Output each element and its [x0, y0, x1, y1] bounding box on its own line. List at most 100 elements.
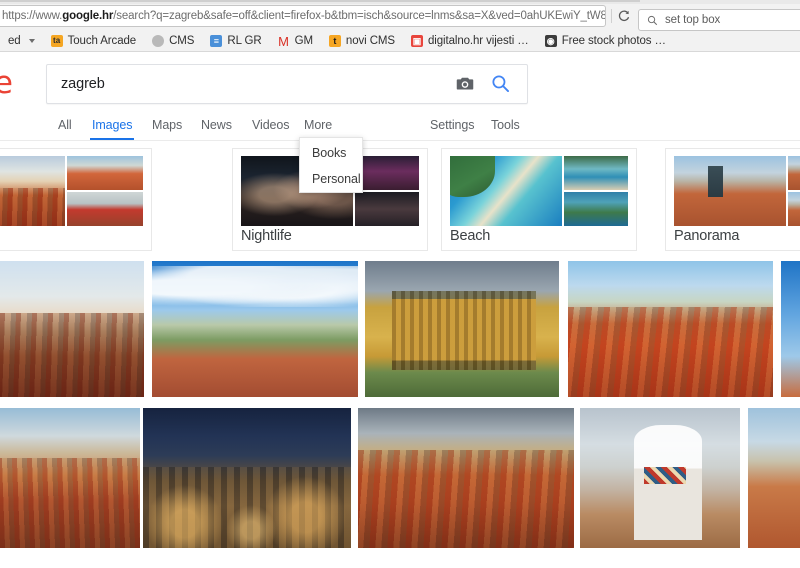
address-bar[interactable]: https://www.google.hr/search?q=zagreb&sa… [0, 5, 606, 27]
url-bar-row: https://www.google.hr/search?q=zagreb&sa… [0, 4, 800, 28]
image-result-cathedral-aerial[interactable] [568, 261, 773, 397]
bookmark-item[interactable]: ≡RL GR [202, 32, 269, 50]
bookmark-item[interactable]: ed [0, 32, 43, 50]
thumbnail-image [355, 156, 419, 190]
thumbnail-image [67, 156, 143, 190]
search-nav-tabs: AllImagesMapsNewsVideosMoreSettingsTools [0, 114, 800, 141]
gmail-favicon: M [278, 35, 290, 47]
nav-tools-button[interactable]: Tools [491, 114, 520, 141]
image-result-old-town-sunset[interactable] [358, 408, 574, 548]
bookmark-item[interactable]: ▣ digitalno.hr vijesti … [403, 32, 537, 50]
result-image [0, 261, 144, 397]
card-main-thumbnail [0, 156, 65, 226]
image-result-rooftops-edge[interactable] [748, 408, 800, 548]
thumbnail-image [355, 192, 419, 226]
tab-images[interactable]: Images [92, 114, 132, 141]
result-image [568, 261, 773, 397]
more-menu-item-books[interactable]: Books [300, 140, 362, 166]
card-thumbnail-group [450, 156, 628, 226]
card-main-thumbnail [674, 156, 786, 226]
address-bar-divider [611, 9, 612, 23]
image-result-aerial-rooftops[interactable] [0, 261, 144, 397]
bookmark-item[interactable]: MGM [270, 32, 321, 50]
card-side-thumbnail [788, 192, 800, 226]
image-result-panorama-blue-sky[interactable] [152, 261, 358, 397]
card-thumbnail-group [674, 156, 800, 226]
nav-bottom-border [0, 140, 800, 141]
st-marks-roof-detail [644, 467, 686, 484]
card-side-thumbnails [355, 156, 419, 226]
card-side-thumbnail [564, 156, 628, 190]
card-thumbnail-group [0, 156, 143, 226]
camera-icon[interactable] [454, 73, 476, 95]
tab-news[interactable]: News [201, 114, 232, 141]
browser-search-field[interactable]: set top box [638, 9, 800, 31]
bookmark-item[interactable]: tnovi CMS [321, 32, 403, 50]
card-side-thumbnail [564, 192, 628, 226]
card-label: Nightlife [241, 228, 292, 244]
nav-settings-button[interactable]: Settings [430, 114, 474, 141]
thumbnail-image [674, 156, 786, 226]
bookmark-label: ed [8, 35, 21, 47]
search-submit-icon[interactable] [490, 73, 512, 95]
image-result-st-marks-church[interactable] [580, 408, 740, 548]
thumbnail-image [450, 156, 562, 226]
image-result-edge-right[interactable] [781, 261, 800, 397]
image-result-croatian-national-theatre[interactable] [365, 261, 559, 397]
result-image [152, 261, 358, 397]
card-label: Panorama [674, 228, 739, 244]
search-input[interactable]: zagreb [47, 76, 454, 92]
url-prefix: https://www. [2, 10, 62, 22]
bookmark-label: novi CMS [346, 35, 395, 47]
bookmark-label: digitalno.hr vijesti … [428, 35, 529, 47]
thumbnail-image [0, 156, 65, 226]
bookmark-item[interactable]: taTouch Arcade [43, 32, 145, 50]
result-image [358, 408, 574, 548]
result-image [0, 408, 140, 548]
reload-icon[interactable] [616, 9, 632, 25]
search-icon [647, 15, 658, 26]
tab-all[interactable]: All [58, 114, 72, 141]
thumbnail-image [67, 192, 143, 226]
thumbnail-image [788, 156, 800, 190]
dropdown-arrow-icon [29, 39, 35, 43]
card-side-thumbnail [355, 192, 419, 226]
bookmark-item[interactable]: CMS [144, 32, 202, 50]
thumbnail-image [564, 192, 628, 226]
bookmark-label: CMS [169, 35, 194, 47]
camera-favicon: ◉ [545, 35, 557, 47]
bookmarks-bar: ed taTouch Arcade CMS ≡RL GRMGMtnovi CMS ▣ di… [0, 30, 800, 52]
related-search-card[interactable]: Panorama [665, 148, 800, 251]
google-search-box[interactable]: zagreb [46, 64, 528, 104]
image-results-grid [0, 261, 800, 568]
rss-favicon: ▣ [411, 35, 423, 47]
google-logo[interactable]: gle [0, 66, 12, 100]
card-side-thumbnail [788, 156, 800, 190]
bookmark-label: Free stock photos … [562, 35, 666, 47]
globe-favicon [152, 35, 164, 47]
result-image [748, 408, 800, 548]
card-side-thumbnails [564, 156, 628, 226]
card-side-thumbnails [788, 156, 800, 226]
image-result-night-square[interactable] [143, 408, 351, 548]
more-menu-item-personal[interactable]: Personal [300, 166, 362, 192]
image-results-row [0, 261, 800, 397]
logo-letter: e [0, 65, 12, 101]
google-header: gle zagreb AllImagesMapsNewsVideosMoreSe… [0, 52, 800, 141]
more-dropdown-menu[interactable]: BooksPersonal [299, 137, 363, 193]
card-main-thumbnail [450, 156, 562, 226]
document-favicon: ≡ [210, 35, 222, 47]
browser-chrome: https://www.google.hr/search?q=zagreb&sa… [0, 0, 800, 52]
related-search-card[interactable]: Beach [441, 148, 637, 251]
tab-videos[interactable]: Videos [252, 114, 289, 141]
result-image [143, 408, 351, 548]
image-result-ban-jelacic-square[interactable] [0, 408, 140, 548]
card-side-thumbnail [67, 156, 143, 190]
address-bar-text: https://www.google.hr/search?q=zagreb&sa… [0, 10, 605, 22]
card-label: Beach [450, 228, 490, 244]
bookmark-item[interactable]: ◉ Free stock photos … [537, 32, 674, 50]
related-search-card[interactable]: o Do [0, 148, 152, 251]
google-images-page: gle zagreb AllImagesMapsNewsVideosMoreSe… [0, 52, 800, 568]
tab-maps[interactable]: Maps [152, 114, 182, 141]
result-image [365, 261, 559, 397]
